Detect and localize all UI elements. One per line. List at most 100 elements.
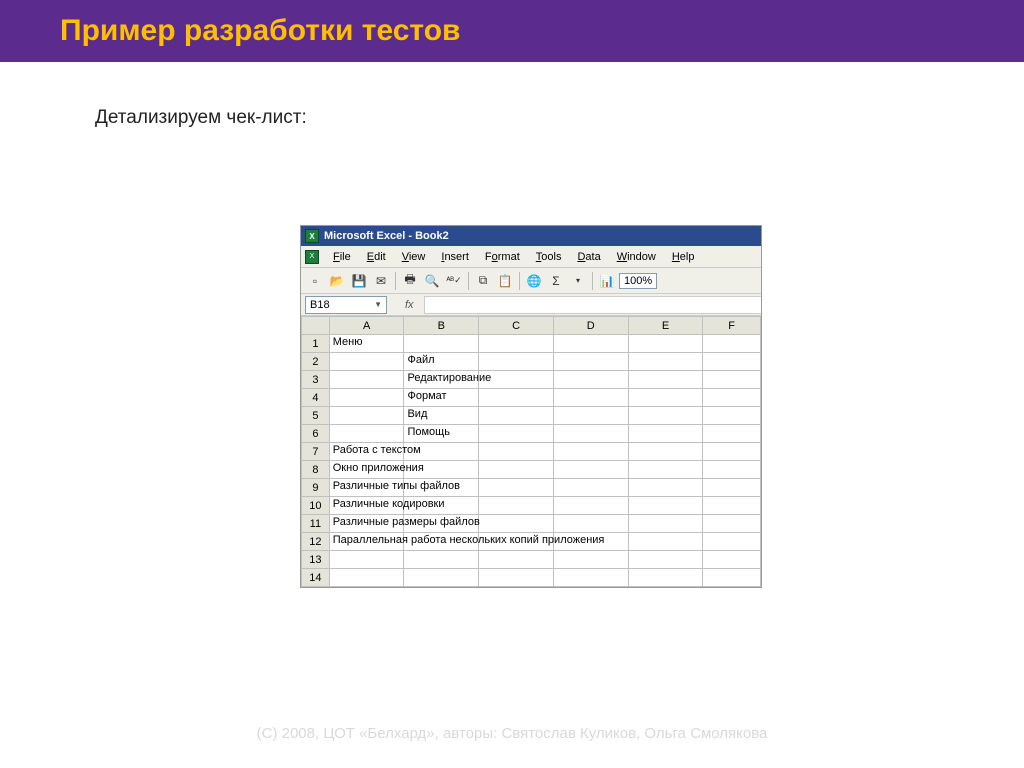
print-icon[interactable]: 🖶	[400, 271, 420, 291]
cell[interactable]	[628, 335, 703, 353]
menu-help[interactable]: Help	[664, 249, 703, 265]
cell[interactable]	[628, 551, 703, 569]
row-header[interactable]: 1	[302, 335, 330, 353]
row-header[interactable]: 11	[302, 515, 330, 533]
cell[interactable]	[404, 569, 479, 587]
cell[interactable]	[703, 461, 761, 479]
row-header[interactable]: 3	[302, 371, 330, 389]
cell[interactable]	[703, 479, 761, 497]
cell[interactable]	[404, 551, 479, 569]
cell[interactable]	[329, 569, 404, 587]
cell[interactable]	[628, 515, 703, 533]
cell[interactable]	[628, 497, 703, 515]
row-header[interactable]: 5	[302, 407, 330, 425]
menu-format[interactable]: Format	[477, 249, 528, 265]
cell[interactable]	[553, 407, 628, 425]
cell[interactable]	[329, 353, 404, 371]
cell[interactable]	[703, 551, 761, 569]
row-header[interactable]: 7	[302, 443, 330, 461]
fx-icon[interactable]: fx	[405, 299, 414, 311]
dropdown-arrow-icon[interactable]: ▼	[374, 300, 382, 309]
cell[interactable]	[329, 425, 404, 443]
cell[interactable]: Различные кодировки	[329, 497, 404, 515]
cell[interactable]: Формат	[404, 389, 479, 407]
dropdown-icon[interactable]: ▾	[568, 271, 588, 291]
cell[interactable]	[479, 551, 554, 569]
row-header[interactable]: 14	[302, 569, 330, 587]
cell[interactable]: Окно приложения	[329, 461, 404, 479]
cell[interactable]	[329, 371, 404, 389]
cell[interactable]	[703, 353, 761, 371]
cell[interactable]	[628, 479, 703, 497]
cell[interactable]	[553, 353, 628, 371]
cell[interactable]	[479, 425, 554, 443]
cell[interactable]	[479, 353, 554, 371]
cell[interactable]	[628, 569, 703, 587]
cell[interactable]	[553, 389, 628, 407]
cell[interactable]	[479, 443, 554, 461]
cell[interactable]	[553, 443, 628, 461]
formula-input[interactable]	[424, 296, 761, 314]
row-header[interactable]: 12	[302, 533, 330, 551]
cell[interactable]	[703, 371, 761, 389]
print-preview-icon[interactable]: 🔍	[422, 271, 442, 291]
cell[interactable]	[329, 389, 404, 407]
col-header-C[interactable]: C	[479, 317, 554, 335]
cell[interactable]	[553, 335, 628, 353]
cell[interactable]	[703, 569, 761, 587]
cell[interactable]: Параллельная работа нескольких копий при…	[329, 533, 404, 551]
cell[interactable]	[553, 551, 628, 569]
cell[interactable]	[479, 515, 554, 533]
cell[interactable]	[479, 461, 554, 479]
col-header-F[interactable]: F	[703, 317, 761, 335]
col-header-A[interactable]: A	[329, 317, 404, 335]
paste-icon[interactable]: 📋	[495, 271, 515, 291]
row-header[interactable]: 10	[302, 497, 330, 515]
menu-tools[interactable]: Tools	[528, 249, 570, 265]
row-header[interactable]: 9	[302, 479, 330, 497]
cell[interactable]	[628, 353, 703, 371]
cell[interactable]	[703, 407, 761, 425]
spreadsheet-grid[interactable]: A B C D E F 1Меню2Файл3Редактирование4Фо…	[301, 316, 761, 587]
col-header-B[interactable]: B	[404, 317, 479, 335]
col-header-D[interactable]: D	[553, 317, 628, 335]
menu-view[interactable]: View	[394, 249, 434, 265]
cell[interactable]	[703, 443, 761, 461]
cell[interactable]	[628, 389, 703, 407]
cell[interactable]	[553, 515, 628, 533]
cell[interactable]	[479, 335, 554, 353]
cell[interactable]	[553, 497, 628, 515]
col-header-E[interactable]: E	[628, 317, 703, 335]
cell[interactable]	[329, 551, 404, 569]
cell[interactable]: Помощь	[404, 425, 479, 443]
cell[interactable]: Различные размеры файлов	[329, 515, 404, 533]
cell[interactable]	[703, 515, 761, 533]
zoom-selector[interactable]: 100%	[619, 273, 657, 289]
name-box[interactable]: B18 ▼	[305, 296, 387, 314]
open-icon[interactable]: 📂	[327, 271, 347, 291]
cell[interactable]: Файл	[404, 353, 479, 371]
cell[interactable]	[479, 497, 554, 515]
cell[interactable]	[628, 371, 703, 389]
cell[interactable]	[479, 389, 554, 407]
cell[interactable]	[628, 425, 703, 443]
menu-insert[interactable]: Insert	[433, 249, 477, 265]
cell[interactable]: Различные типы файлов	[329, 479, 404, 497]
cell[interactable]	[404, 335, 479, 353]
row-header[interactable]: 6	[302, 425, 330, 443]
excel-titlebar[interactable]: X Microsoft Excel - Book2	[301, 226, 761, 246]
cell[interactable]	[703, 389, 761, 407]
cell[interactable]	[703, 335, 761, 353]
row-header[interactable]: 4	[302, 389, 330, 407]
cell[interactable]: Меню	[329, 335, 404, 353]
cell[interactable]	[703, 425, 761, 443]
chart-icon[interactable]: 📊	[597, 271, 617, 291]
menu-window[interactable]: Window	[609, 249, 664, 265]
excel-doc-icon[interactable]: X	[305, 250, 319, 264]
save-icon[interactable]: 💾	[349, 271, 369, 291]
mail-icon[interactable]: ✉	[371, 271, 391, 291]
cell[interactable]	[628, 533, 703, 551]
menu-edit[interactable]: Edit	[359, 249, 394, 265]
new-icon[interactable]: ▫	[305, 271, 325, 291]
cell[interactable]: Редактирование	[404, 371, 479, 389]
